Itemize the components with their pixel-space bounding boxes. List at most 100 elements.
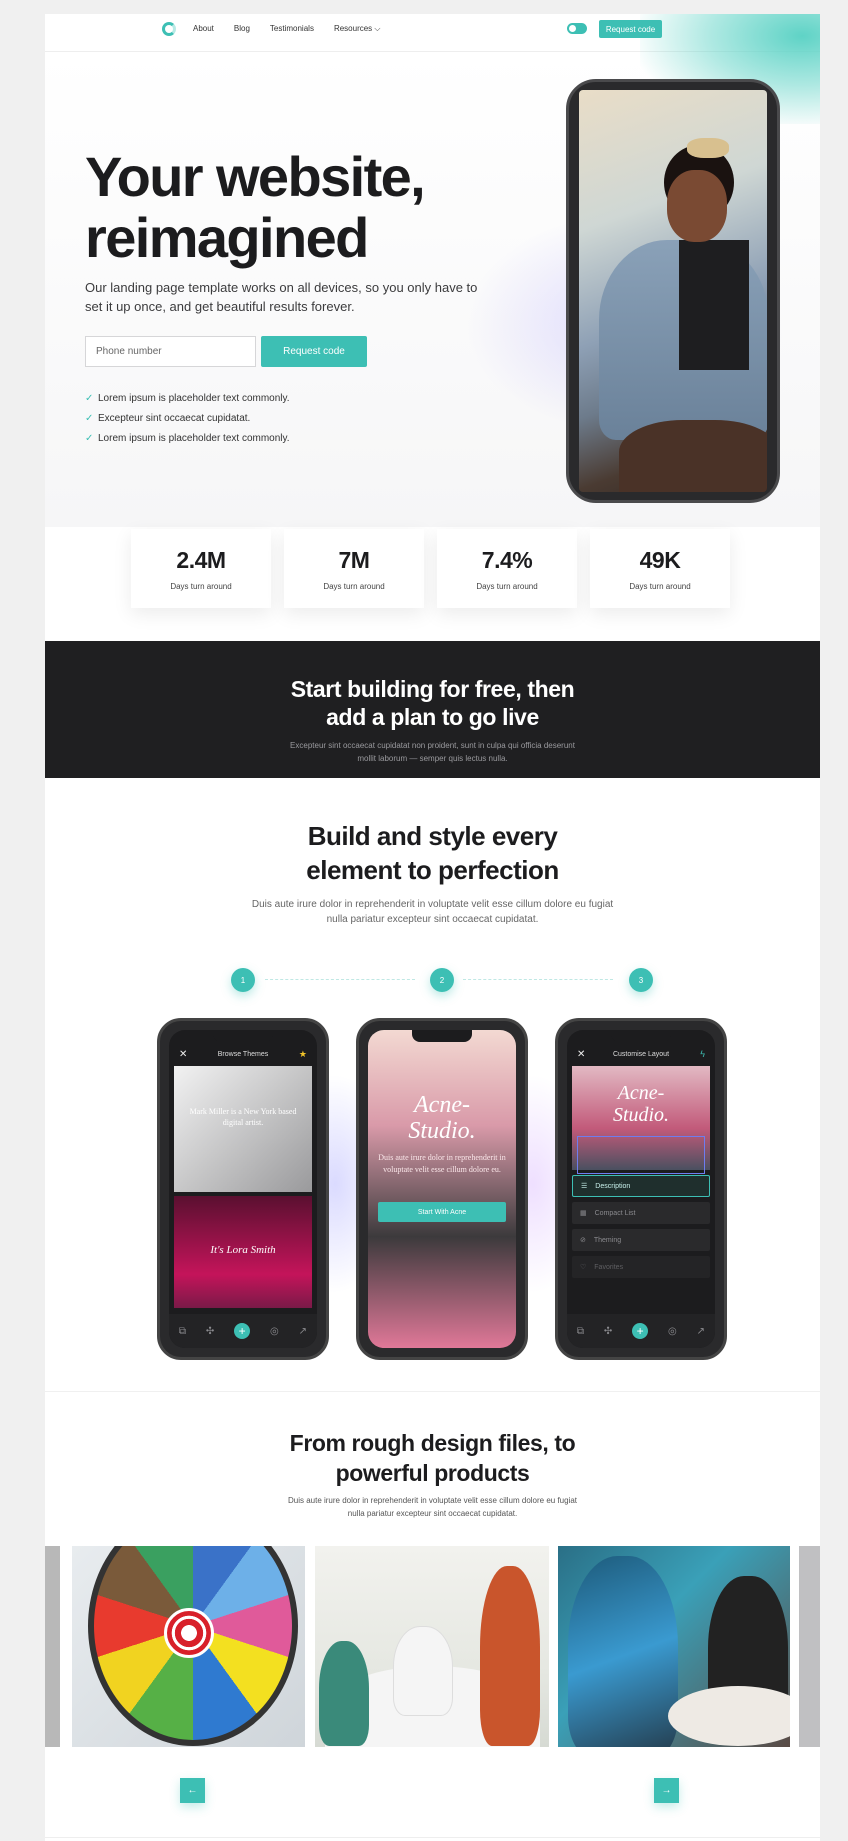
gallery-next-button[interactable]: → xyxy=(654,1778,679,1803)
phone-mockup-acne-studio: Acne- Studio. Duis aute irure dolor in r… xyxy=(356,1018,528,1360)
pricing-banner-subtitle-line: mollit laborum — semper quis lectus null… xyxy=(357,754,508,763)
layout-title-line: Acne- xyxy=(617,1082,665,1104)
phone-notch xyxy=(611,1030,671,1042)
phone-top-bar: ✕ Customise Layout ϟ xyxy=(567,1044,715,1064)
person-standing xyxy=(480,1566,540,1746)
checklist-item: ✓ Lorem ipsum is placeholder text commonl… xyxy=(85,388,290,408)
wheel-center xyxy=(164,1608,214,1658)
acne-title: Acne- Studio. xyxy=(368,1092,516,1144)
logo-icon[interactable] xyxy=(162,22,176,36)
add-icon[interactable]: + xyxy=(632,1323,649,1339)
gallery-section-subtitle: Duis aute irure dolor in reprehenderit i… xyxy=(45,1494,820,1520)
phone-screen: Acne- Studio. Duis aute irure dolor in r… xyxy=(368,1030,516,1348)
phone-number-input[interactable]: Phone number xyxy=(85,336,256,367)
acne-title-line: Studio. xyxy=(408,1118,476,1144)
gallery-image-prize-wheel[interactable] xyxy=(72,1546,305,1747)
heart-icon: ♡ xyxy=(580,1264,587,1271)
eye-off-icon: ⊘ xyxy=(580,1237,586,1244)
feature-checklist: ✓ Lorem ipsum is placeholder text commonl… xyxy=(85,388,290,448)
close-icon[interactable]: ✕ xyxy=(577,1049,585,1060)
section-divider xyxy=(45,1391,820,1392)
theme-card-script: It's Lora Smith xyxy=(210,1244,276,1256)
nav-link-about[interactable]: About xyxy=(193,24,214,34)
grid-icon: ▦ xyxy=(580,1210,587,1217)
stat-value: 7.4% xyxy=(481,546,533,573)
start-with-acne-button[interactable]: Start With Acne xyxy=(378,1202,506,1222)
gallery-subtitle-line: nulla pariatur excepteur sint occaecat c… xyxy=(347,1509,518,1518)
nav-link-resources[interactable]: Resources ⌵ xyxy=(334,24,381,34)
step-1[interactable]: 1 xyxy=(231,968,255,992)
gallery-title-line: From rough design files, to xyxy=(289,1430,576,1456)
checklist-text: Lorem ipsum is placeholder text commonly… xyxy=(98,432,290,444)
pricing-banner: Start building for free, then add a plan… xyxy=(45,641,820,778)
step-3[interactable]: 3 xyxy=(629,968,653,992)
step-indicator: 1 2 3 xyxy=(231,968,653,992)
main-nav: About Blog Testimonials Resources ⌵ xyxy=(193,24,380,34)
pages-icon[interactable]: ⧉ xyxy=(179,1326,186,1337)
build-subtitle-line: Duis aute irure dolor in reprehenderit i… xyxy=(251,899,614,910)
selection-outline xyxy=(577,1136,705,1174)
layout-option-theming[interactable]: ⊘ Theming xyxy=(572,1229,710,1251)
stat-label: Days turn around xyxy=(629,581,691,591)
theme-card-artist[interactable] xyxy=(174,1066,312,1192)
components-icon[interactable]: ✣ xyxy=(604,1326,612,1337)
pricing-banner-title-line: Start building for free, then xyxy=(290,676,575,702)
layout-option-label: Theming xyxy=(593,1236,622,1244)
dark-mode-toggle[interactable] xyxy=(567,23,587,34)
build-subtitle-line: nulla pariatur excepteur sint occaecat c… xyxy=(326,914,539,925)
hero-request-code-button[interactable]: Request code xyxy=(261,336,367,367)
stat-card: 2.4M Days turn around xyxy=(131,529,271,608)
stat-label: Days turn around xyxy=(170,581,232,591)
gallery-section-title: From rough design files, to powerful pro… xyxy=(45,1428,820,1488)
checklist-text: Lorem ipsum is placeholder text commonly… xyxy=(98,392,290,404)
publish-icon[interactable]: ↗ xyxy=(697,1326,705,1337)
step-connector xyxy=(265,979,415,980)
gallery-prev-button[interactable]: ← xyxy=(180,1778,205,1803)
step-2[interactable]: 2 xyxy=(430,968,454,992)
photo-shirt xyxy=(679,240,749,370)
style-icon[interactable]: ◎ xyxy=(668,1326,677,1337)
hero-phone-mockup xyxy=(566,79,780,503)
check-icon: ✓ xyxy=(85,392,94,404)
footer-divider xyxy=(45,1837,820,1838)
layout-option-favorites[interactable]: ♡ Favorites xyxy=(572,1256,710,1278)
stats-row: 2.4M Days turn around 7M Days turn aroun… xyxy=(131,529,730,608)
build-title-line: Build and style every xyxy=(307,821,558,851)
stat-card: 49K Days turn around xyxy=(590,529,730,608)
photo-face xyxy=(667,170,727,242)
star-icon[interactable]: ★ xyxy=(299,1049,307,1060)
style-icon[interactable]: ◎ xyxy=(270,1326,279,1337)
layout-option-compact-list[interactable]: ▦ Compact List xyxy=(572,1202,710,1224)
publish-icon[interactable]: ↗ xyxy=(299,1326,307,1337)
person-seated xyxy=(393,1626,453,1716)
photo-pillow xyxy=(619,420,767,492)
checklist-item: ✓ Lorem ipsum is placeholder text commonl… xyxy=(85,428,290,448)
layout-option-label: Compact List xyxy=(594,1209,636,1217)
phone-screen: ✕ Browse Themes ★ Mark Miller is a New Y… xyxy=(169,1030,317,1348)
stat-value: 7M xyxy=(338,546,370,573)
pricing-banner-title: Start building for free, then add a plan… xyxy=(45,675,820,731)
hero-title-line-1: Your website, xyxy=(85,145,426,208)
gallery-image-collaboration[interactable] xyxy=(558,1546,790,1747)
person-left xyxy=(319,1641,369,1746)
gallery-image-team-meeting[interactable] xyxy=(315,1546,549,1747)
components-icon[interactable]: ✣ xyxy=(206,1326,214,1337)
phone-tab-bar: ⧉ ✣ + ◎ ↗ xyxy=(169,1314,317,1348)
header-request-code-button[interactable]: Request code xyxy=(599,20,662,38)
stat-card: 7.4% Days turn around xyxy=(437,529,577,608)
pages-icon[interactable]: ⧉ xyxy=(577,1326,584,1337)
phone-screen: ✕ Customise Layout ϟ Acne- Studio. ☰ Desc… xyxy=(567,1030,715,1348)
layout-title-line: Studio. xyxy=(612,1104,670,1126)
stat-value: 49K xyxy=(639,546,681,573)
list-icon: ☰ xyxy=(581,1183,588,1190)
lightning-icon[interactable]: ϟ xyxy=(700,1049,705,1059)
phone-notch xyxy=(412,1030,472,1042)
pricing-banner-title-line: add a plan to go live xyxy=(326,704,539,730)
add-icon[interactable]: + xyxy=(234,1323,251,1339)
stat-label: Days turn around xyxy=(476,581,538,591)
build-section-subtitle: Duis aute irure dolor in reprehenderit i… xyxy=(45,897,820,927)
close-icon[interactable]: ✕ xyxy=(179,1049,187,1060)
nav-link-blog[interactable]: Blog xyxy=(234,24,250,34)
layout-option-description[interactable]: ☰ Description xyxy=(572,1175,710,1197)
nav-link-testimonials[interactable]: Testimonials xyxy=(270,24,314,34)
